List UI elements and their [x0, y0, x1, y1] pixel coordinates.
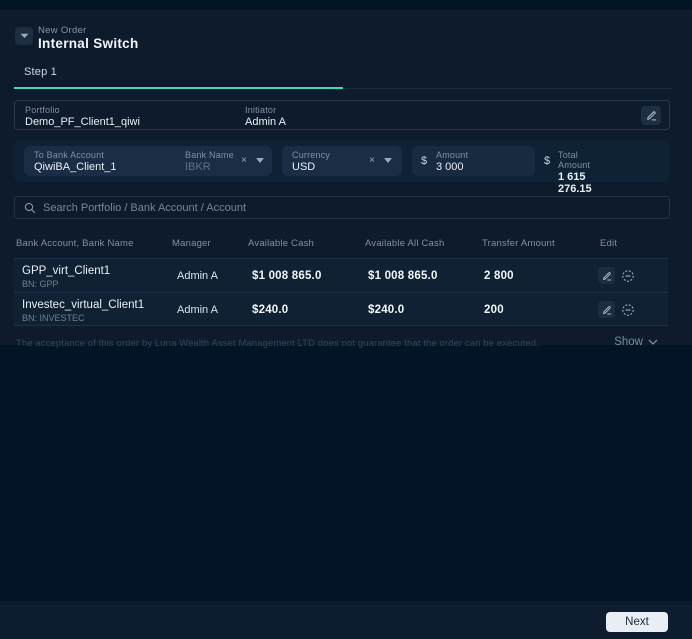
disclaimer-text: The acceptance of this order by Luna Wea… [16, 338, 539, 349]
bottom-action-bar: Next [0, 601, 692, 639]
portfolio-box: Portfolio Demo_PF_Client1_qiwi Initiator… [14, 100, 670, 130]
transfer-amount-cell: 2 800 [484, 270, 514, 282]
to-bank-account-label: To Bank Account [34, 150, 105, 160]
currency-dropdown-icon[interactable] [384, 158, 392, 163]
tab-step-1-label: Step 1 [24, 66, 58, 78]
pencil-icon [646, 111, 656, 121]
chevron-down-icon [648, 339, 658, 345]
table-header: Bank Account, Bank Name Manager Availabl… [14, 238, 672, 252]
table-row[interactable]: GPP_virt_Client1 BN: GPP Admin A $1 008 … [14, 258, 668, 292]
currency-field[interactable]: Currency USD × [282, 146, 402, 176]
portfolio-label: Portfolio [25, 105, 60, 115]
manager-cell: Admin A [177, 270, 218, 282]
order-kicker: New Order [38, 25, 87, 36]
col-bank-account: Bank Account, Bank Name [16, 238, 134, 249]
available-cash-cell: $240.0 [252, 304, 289, 316]
total-amount-inner: Total Amount 1 615 276.15 [558, 150, 592, 195]
next-button[interactable]: Next [606, 612, 668, 632]
show-toggle[interactable]: Show [614, 336, 658, 348]
search-box [14, 196, 670, 219]
table-row[interactable]: Investec_virtual_Client1 BN: INVESTEC Ad… [14, 292, 668, 326]
col-transfer-amount: Transfer Amount [482, 238, 555, 249]
bank-name-value: IBKR [185, 161, 211, 173]
initiator-field[interactable]: Initiator Admin A [245, 105, 286, 128]
amount-inner: Amount 3 000 [436, 150, 468, 173]
col-manager: Manager [172, 238, 211, 249]
amount-value: 3 000 [436, 161, 464, 173]
bank-name-clear-icon[interactable]: × [238, 155, 250, 167]
tab-step-1[interactable]: Step 1 [14, 58, 343, 89]
pencil-icon [602, 305, 611, 314]
amount-field[interactable]: $ Amount 3 000 [412, 146, 535, 176]
collapse-order-button[interactable] [15, 27, 33, 45]
to-bank-account-inner: To Bank Account QiwiBA_Client_1 [34, 150, 117, 173]
remove-row-button[interactable] [619, 267, 636, 284]
available-all-cash-cell: $240.0 [368, 304, 405, 316]
col-edit: Edit [600, 238, 618, 249]
remove-row-button[interactable] [619, 301, 636, 318]
available-all-cash-cell: $1 008 865.0 [368, 270, 438, 282]
step-tabbar: Step 1 [14, 58, 672, 89]
bank-name-dropdown-icon[interactable] [256, 158, 264, 163]
edit-cell [598, 267, 636, 284]
amount-currency-symbol: $ [421, 155, 428, 167]
bank-name-sub: BN: GPP [22, 279, 59, 289]
show-label: Show [614, 336, 643, 348]
manager-cell: Admin A [177, 304, 218, 316]
remove-circle-icon [621, 269, 634, 282]
transfer-settings-row: To Bank Account QiwiBA_Client_1 Bank Nam… [14, 140, 670, 195]
to-bank-account-value: QiwiBA_Client_1 [34, 161, 117, 173]
remove-circle-icon [621, 303, 634, 316]
amount-label: Amount [436, 150, 469, 160]
account-name-cell: GPP_virt_Client1 BN: GPP [22, 265, 110, 289]
initiator-label: Initiator [245, 105, 277, 115]
search-input[interactable] [43, 197, 663, 218]
edit-cell [598, 301, 636, 318]
portfolio-field[interactable]: Portfolio Demo_PF_Client1_qiwi [25, 105, 140, 128]
pencil-icon [602, 271, 611, 280]
col-available-all-cash: Available All Cash [365, 238, 445, 249]
to-bank-account-field[interactable]: To Bank Account QiwiBA_Client_1 Bank Nam… [24, 146, 272, 176]
bank-name-label: Bank Name [185, 150, 234, 160]
portfolio-value: Demo_PF_Client1_qiwi [25, 116, 140, 128]
total-amount-label: Total Amount [558, 150, 591, 170]
available-cash-cell: $1 008 865.0 [252, 270, 322, 282]
initiator-value: Admin A [245, 116, 286, 128]
currency-clear-icon[interactable]: × [366, 155, 378, 167]
col-available-cash: Available Cash [248, 238, 314, 249]
currency-inner: Currency USD [292, 150, 330, 173]
new-order-panel: New Order Internal Switch Step 1 Portfol… [0, 10, 692, 349]
transfer-amount-cell: 200 [484, 304, 504, 316]
page-title: Internal Switch [38, 36, 139, 51]
edit-row-button[interactable] [598, 301, 615, 318]
edit-row-button[interactable] [598, 267, 615, 284]
account-name: GPP_virt_Client1 [22, 265, 111, 277]
edit-order-button[interactable] [641, 106, 661, 125]
account-name: Investec_virtual_Client1 [22, 299, 145, 311]
search-icon [24, 202, 36, 214]
account-name-cell: Investec_virtual_Client1 BN: INVESTEC [22, 299, 144, 323]
total-amount-value: 1 615 276.15 [558, 171, 592, 195]
currency-label: Currency [292, 150, 331, 160]
chevron-down-icon [20, 33, 28, 38]
currency-value: USD [292, 161, 316, 173]
bank-name-inner: Bank Name IBKR [185, 150, 234, 173]
total-amount-currency-symbol: $ [544, 155, 551, 167]
bank-name-sub: BN: INVESTEC [22, 313, 85, 323]
